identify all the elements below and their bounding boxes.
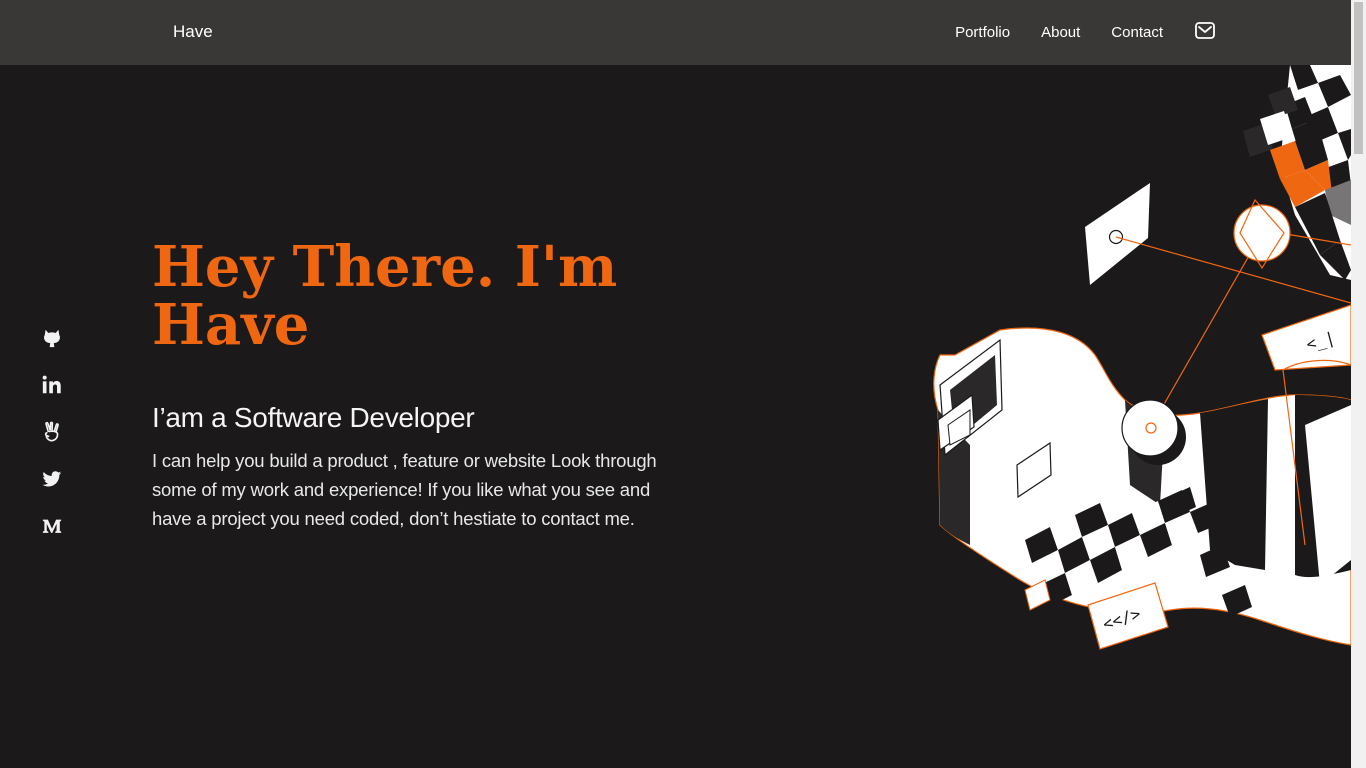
hero-title-line2: Have [152, 292, 310, 358]
angellist-icon[interactable] [40, 421, 64, 445]
nav-links: Portfolio About Contact [924, 24, 1163, 41]
page-scrollbar[interactable] [1351, 0, 1366, 768]
mail-icon[interactable] [1195, 22, 1215, 40]
medium-icon[interactable] [40, 515, 64, 539]
linkedin-icon[interactable] [40, 374, 64, 398]
social-links [40, 326, 64, 562]
hero-title: Hey There. I'm Have [152, 238, 672, 354]
nav-portfolio[interactable]: Portfolio [955, 24, 1010, 41]
navbar: Have Portfolio About Contact [0, 0, 1351, 65]
github-icon[interactable] [40, 327, 64, 351]
hero-description: I can help you build a product , feature… [152, 450, 657, 529]
nav-contact[interactable]: Contact [1111, 24, 1163, 41]
scrollbar-thumb[interactable] [1354, 2, 1363, 154]
diamond-card [1085, 183, 1150, 285]
hero-subtitle: I’am a Software Developer [152, 402, 475, 433]
brand-logo[interactable]: Have [173, 22, 213, 42]
hero-title-line1: Hey There. I'm [152, 234, 618, 300]
hero-illustration: <_| <</> [933, 65, 1351, 650]
nav-about[interactable]: About [1041, 24, 1080, 41]
page: Have Portfolio About Contact Hey There. … [0, 0, 1366, 768]
twitter-icon[interactable] [40, 468, 64, 492]
